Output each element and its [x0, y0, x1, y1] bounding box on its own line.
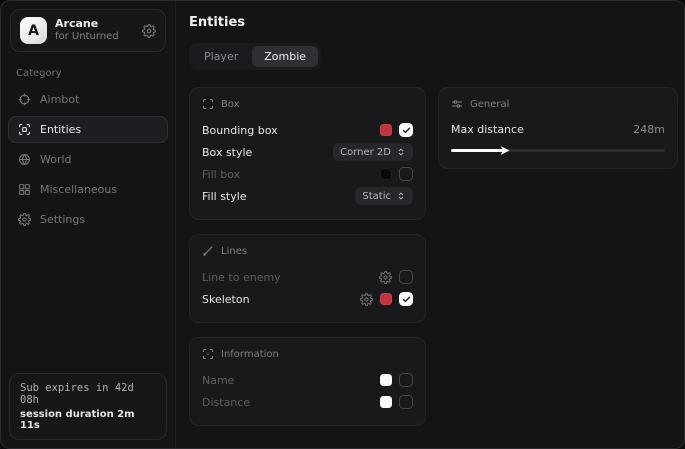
line-to-enemy-checkbox[interactable]	[399, 270, 413, 284]
fill-box-checkbox[interactable]	[399, 167, 413, 181]
app-title: Arcane	[55, 17, 119, 31]
skeleton-row: Skeleton	[202, 288, 413, 310]
name-color-swatch[interactable]	[380, 374, 392, 386]
general-card: General Max distance 248m	[438, 87, 678, 169]
session-duration-text: session duration 2m 11s	[20, 409, 156, 431]
max-distance-row: Max distance 248m	[451, 119, 665, 139]
sidebar-item-miscellaneous[interactable]: Miscellaneous	[8, 176, 168, 203]
bounding-box-color-swatch[interactable]	[380, 124, 392, 136]
sidebar-item-label: Entities	[40, 123, 81, 136]
box-style-label: Box style	[202, 146, 252, 159]
information-card: Information Name Distance	[189, 337, 426, 426]
name-row: Name	[202, 369, 413, 391]
page-title: Entities	[189, 15, 678, 30]
skeleton-settings-gear-icon[interactable]	[360, 293, 373, 306]
fill-box-color-swatch[interactable]	[380, 168, 392, 180]
app-meta: Arcane for Unturned	[55, 17, 119, 43]
line-to-enemy-settings-gear-icon[interactable]	[379, 271, 392, 284]
left-column: Box Bounding box Box style	[189, 87, 426, 426]
sidebar: A Arcane for Unturned Category Aimbot	[1, 1, 176, 448]
check-icon	[402, 295, 411, 304]
main-panel: Entities Player Zombie Box Bounding box	[176, 1, 685, 448]
max-distance-value: 248m	[633, 123, 665, 136]
general-card-title: General	[470, 99, 509, 110]
box-style-value: Corner 2D	[340, 147, 391, 158]
slider-fill	[451, 149, 505, 152]
tab-player[interactable]: Player	[192, 46, 250, 67]
sidebar-item-label: World	[40, 153, 72, 166]
app-logo: A	[20, 17, 47, 44]
fill-style-select[interactable]: Static	[355, 187, 413, 205]
crosshair-icon	[17, 93, 31, 106]
max-distance-label: Max distance	[451, 123, 524, 136]
box-card: Box Bounding box Box style	[189, 87, 426, 220]
box-card-title: Box	[221, 99, 240, 110]
category-label: Category	[16, 68, 175, 79]
box-card-header: Box	[202, 98, 413, 110]
fill-style-label: Fill style	[202, 190, 247, 203]
lines-card-title: Lines	[221, 246, 247, 257]
sidebar-item-label: Aimbot	[40, 93, 79, 106]
bounding-box-checkbox[interactable]	[399, 123, 413, 137]
line-to-enemy-label: Line to enemy	[202, 271, 281, 284]
frame-corners-icon	[202, 98, 214, 110]
subscription-card: Sub expires in 42d 08h session duration …	[9, 373, 167, 440]
right-column: General Max distance 248m	[438, 87, 678, 169]
max-distance-slider[interactable]	[451, 144, 665, 156]
gear-icon	[17, 213, 31, 226]
fill-style-value: Static	[362, 191, 391, 202]
skeleton-checkbox[interactable]	[399, 292, 413, 306]
lines-card: Lines Line to enemy Skeleton	[189, 234, 426, 323]
entity-tabs: Player Zombie	[189, 43, 321, 70]
app-window: A Arcane for Unturned Category Aimbot	[0, 0, 685, 449]
box-style-select[interactable]: Corner 2D	[333, 143, 413, 161]
sidebar-item-label: Settings	[40, 213, 85, 226]
skeleton-label: Skeleton	[202, 293, 250, 306]
gear-icon[interactable]	[142, 24, 156, 38]
app-subtitle: for Unturned	[55, 31, 119, 44]
sliders-icon	[451, 98, 463, 110]
entity-scan-icon	[17, 123, 31, 136]
app-header-card: A Arcane for Unturned	[10, 9, 166, 52]
sidebar-item-aimbot[interactable]: Aimbot	[8, 86, 168, 113]
fill-box-label: Fill box	[202, 168, 240, 181]
distance-label: Distance	[202, 396, 250, 409]
chevrons-up-down-icon	[396, 191, 406, 201]
check-icon	[402, 126, 411, 135]
sidebar-item-world[interactable]: World	[8, 146, 168, 173]
sub-expires-text: Sub expires in 42d 08h	[20, 382, 156, 406]
fill-style-row: Fill style Static	[202, 185, 413, 207]
content-area: Box Bounding box Box style	[189, 87, 678, 426]
information-card-header: Information	[202, 348, 413, 360]
lines-card-header: Lines	[202, 245, 413, 257]
name-checkbox[interactable]	[399, 373, 413, 387]
line-to-enemy-row: Line to enemy	[202, 266, 413, 288]
tab-zombie[interactable]: Zombie	[252, 46, 318, 67]
globe-icon	[17, 153, 31, 166]
distance-color-swatch[interactable]	[380, 396, 392, 408]
skeleton-color-swatch[interactable]	[380, 293, 392, 305]
bounding-box-row: Bounding box	[202, 119, 413, 141]
name-label: Name	[202, 374, 234, 387]
grid-icon	[17, 183, 31, 196]
info-scan-icon	[202, 348, 214, 360]
information-card-title: Information	[221, 349, 279, 360]
box-style-row: Box style Corner 2D	[202, 141, 413, 163]
general-card-header: General	[451, 98, 665, 110]
bounding-box-label: Bounding box	[202, 124, 278, 137]
chevrons-up-down-icon	[396, 147, 406, 157]
sidebar-item-entities[interactable]: Entities	[8, 116, 168, 143]
distance-checkbox[interactable]	[399, 395, 413, 409]
fill-box-row: Fill box	[202, 163, 413, 185]
sidebar-item-settings[interactable]: Settings	[8, 206, 168, 233]
distance-row: Distance	[202, 391, 413, 413]
sidebar-nav: Aimbot Entities World Miscellaneous	[1, 86, 175, 233]
pencil-line-icon	[202, 245, 214, 257]
sidebar-item-label: Miscellaneous	[40, 183, 117, 196]
